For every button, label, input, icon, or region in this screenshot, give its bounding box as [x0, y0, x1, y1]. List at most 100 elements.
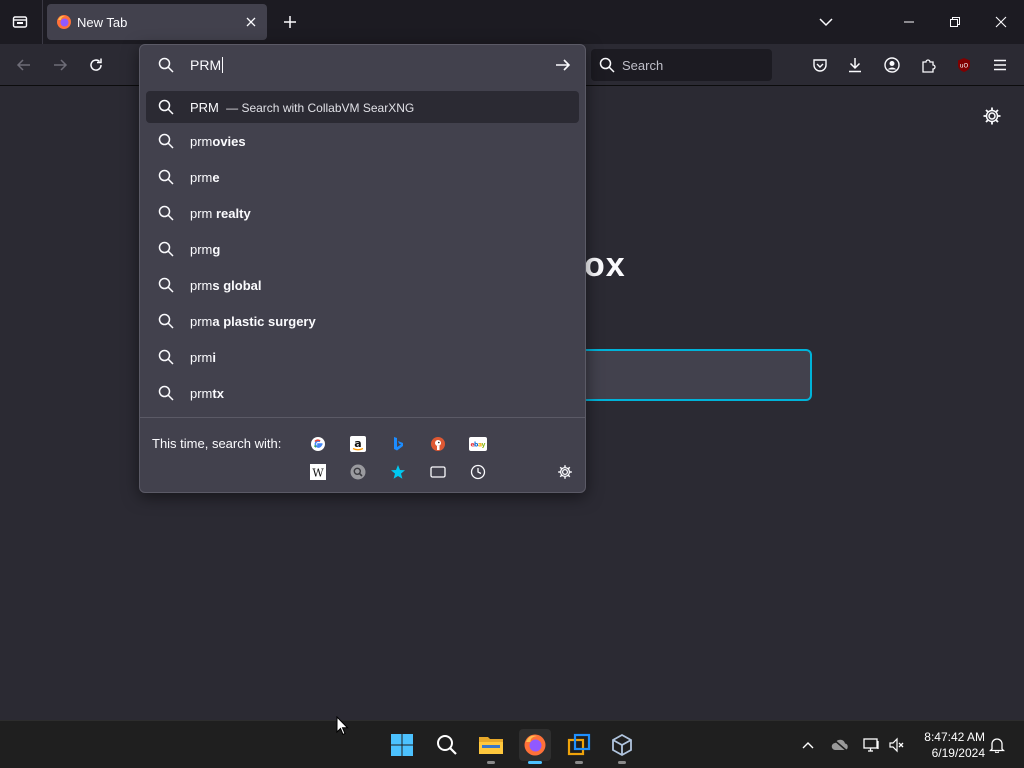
file-explorer-button[interactable]	[475, 729, 507, 764]
list-all-tabs-button[interactable]	[814, 10, 838, 34]
tab-close-button[interactable]	[241, 12, 261, 32]
engine-bookmarks[interactable]	[388, 462, 408, 482]
url-input[interactable]: PRM	[140, 45, 585, 85]
network-button[interactable]	[862, 735, 882, 755]
suggestion-item[interactable]: prme	[140, 159, 585, 195]
running-indicator	[487, 761, 495, 764]
suggestion-item[interactable]: prm realty	[140, 195, 585, 231]
duckduckgo-icon	[431, 437, 445, 451]
account-button[interactable]	[879, 52, 905, 78]
tabstrip-separator	[42, 0, 43, 44]
ublock-button[interactable]: uO	[951, 52, 977, 78]
new-tab-search-input[interactable]	[560, 349, 812, 401]
pocket-button[interactable]	[807, 52, 833, 78]
cloud-offline-icon	[831, 738, 848, 752]
volume-muted-icon	[889, 737, 904, 753]
customize-button[interactable]	[982, 106, 1002, 126]
chevron-down-icon	[819, 18, 833, 27]
firefox-icon	[524, 734, 546, 756]
urlbar-dropdown: PRM PRM — Search with CollabVM SearXNG p…	[139, 44, 586, 493]
hamburger-menu-icon	[994, 59, 1006, 71]
network-icon	[863, 738, 879, 752]
running-indicator	[618, 761, 626, 764]
taskbar-search-button[interactable]	[431, 729, 463, 761]
restore-button[interactable]	[939, 6, 971, 38]
clock-time: 8:47:42 AM	[924, 730, 985, 744]
engine-wikipedia[interactable]: W	[308, 462, 328, 482]
one-off-label: This time, search with:	[152, 436, 282, 451]
search-icon	[599, 57, 615, 73]
suggestion-item[interactable]: prmg	[140, 231, 585, 267]
engine-searxng[interactable]	[348, 462, 368, 482]
search-settings-button[interactable]	[555, 462, 575, 482]
engine-duckduckgo[interactable]	[428, 434, 448, 454]
windows-logo-icon	[391, 734, 413, 756]
notifications-button[interactable]	[987, 735, 1007, 755]
wikipedia-icon: W	[310, 464, 326, 480]
suggestion-list: PRM — Search with CollabVM SearXNG prmov…	[140, 91, 585, 411]
suggestion-text: prmi	[190, 350, 217, 365]
show-hidden-icons-button[interactable]	[798, 735, 818, 755]
gear-icon	[983, 107, 1001, 125]
system-clock[interactable]: 8:47:42 AM 6/19/2024	[915, 729, 985, 761]
search-icon	[158, 349, 174, 365]
search-icon	[158, 385, 174, 401]
suggestion-text: prma plastic surgery	[190, 314, 316, 329]
app-menu-button[interactable]	[987, 52, 1013, 78]
engine-bing[interactable]	[388, 434, 408, 454]
arrow-right-icon	[54, 59, 68, 71]
tab-title: New Tab	[77, 15, 128, 30]
search-icon	[158, 205, 174, 221]
suggestion-item[interactable]: prmi	[140, 339, 585, 375]
firefox-view-button[interactable]	[8, 10, 32, 34]
engine-google[interactable]	[308, 434, 328, 454]
firefox-view-icon	[12, 16, 28, 28]
suggestion-text: prmg	[190, 242, 221, 257]
search-bar-placeholder: Search	[622, 58, 664, 73]
minimize-button[interactable]	[893, 6, 925, 38]
engine-amazon[interactable]: a	[348, 434, 368, 454]
reload-button[interactable]	[83, 52, 109, 78]
extensions-button[interactable]	[915, 52, 941, 78]
star-icon	[391, 465, 405, 479]
suggestion-item[interactable]: prms global	[140, 267, 585, 303]
remote-app-button[interactable]	[563, 729, 595, 764]
svg-text:W: W	[312, 467, 324, 480]
tab-new-tab[interactable]: New Tab	[47, 4, 267, 40]
chevron-up-icon	[802, 742, 814, 749]
ebay-icon: ebay	[469, 437, 487, 451]
suggestion-item-selected[interactable]: PRM — Search with CollabVM SearXNG	[146, 91, 579, 123]
search-icon	[158, 57, 174, 73]
clock-icon	[470, 464, 486, 480]
virtualbox-button[interactable]	[606, 729, 638, 764]
download-icon	[849, 58, 861, 73]
start-button[interactable]	[386, 729, 418, 761]
back-button[interactable]	[11, 52, 37, 78]
firefox-icon	[57, 15, 71, 29]
forward-button[interactable]	[47, 52, 73, 78]
new-tab-button[interactable]	[278, 10, 302, 34]
engine-ebay[interactable]: ebay	[468, 434, 488, 454]
engine-tabs[interactable]	[428, 462, 448, 482]
folder-icon	[479, 737, 503, 754]
search-bar[interactable]: Search	[591, 49, 772, 81]
engine-history[interactable]	[468, 462, 488, 482]
minimize-icon	[904, 21, 914, 23]
cube-icon	[612, 733, 632, 757]
running-indicator	[575, 761, 583, 764]
go-arrow-icon[interactable]	[554, 56, 572, 74]
restore-icon	[950, 17, 960, 27]
downloads-button[interactable]	[842, 52, 868, 78]
account-icon	[884, 57, 900, 73]
suggestion-item[interactable]: prmovies	[140, 123, 585, 159]
volume-button[interactable]	[887, 735, 907, 755]
onedrive-button[interactable]	[830, 735, 850, 755]
suggestion-item[interactable]: prma plastic surgery	[140, 303, 585, 339]
close-window-button[interactable]	[985, 6, 1017, 38]
suggestion-item[interactable]: prmtx	[140, 375, 585, 411]
plus-icon	[284, 16, 296, 28]
mouse-cursor-icon	[336, 716, 349, 736]
svg-text:y: y	[482, 442, 486, 449]
search-icon	[158, 133, 174, 149]
firefox-taskbar-button[interactable]	[519, 729, 551, 764]
